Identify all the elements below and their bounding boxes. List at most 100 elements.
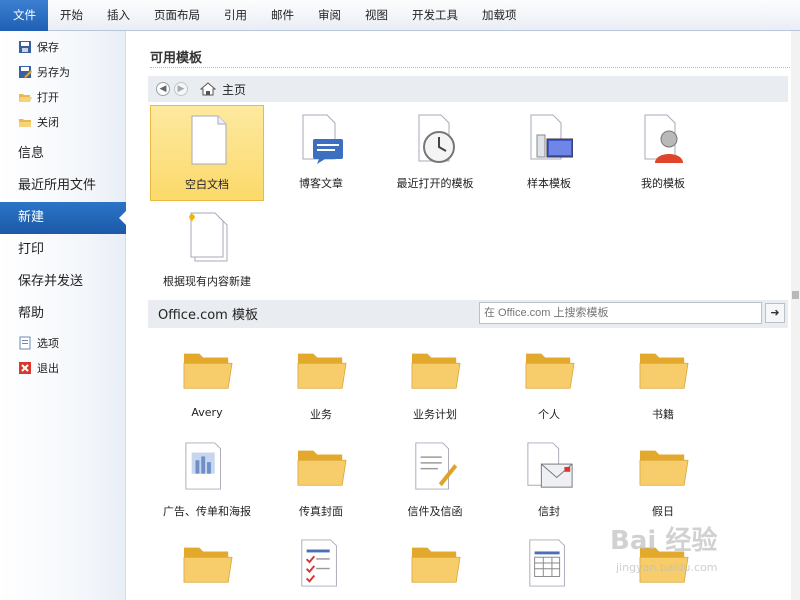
- office-templates-bar: Office.com 模板: [148, 300, 788, 328]
- template-blank-document[interactable]: 空白文档: [150, 105, 264, 201]
- office-template-7[interactable]: 信件及信函: [378, 435, 492, 531]
- template-blog-post[interactable]: 博客文章: [264, 105, 378, 201]
- blog-post-icon: [302, 114, 343, 164]
- nav-info[interactable]: 信息: [0, 138, 125, 170]
- folder-icon: [297, 450, 347, 486]
- search-go-button[interactable]: ➜: [765, 303, 785, 323]
- folder-icon: [183, 547, 233, 583]
- folder-icon: [411, 547, 461, 583]
- office-template-label: 传真封面: [299, 505, 343, 518]
- tab-page-layout[interactable]: 页面布局: [142, 0, 212, 31]
- tab-insert[interactable]: 插入: [95, 0, 142, 31]
- blank-document-icon: [191, 115, 227, 165]
- office-template-3[interactable]: 个人: [492, 338, 606, 434]
- divider: [150, 67, 800, 68]
- tab-home[interactable]: 开始: [48, 0, 95, 31]
- office-template-10[interactable]: 儿童: [150, 532, 264, 600]
- arrow-right-icon: ➜: [770, 306, 780, 319]
- office-template-5[interactable]: 广告、传单和海报: [150, 435, 264, 531]
- nav-close[interactable]: 关闭: [0, 109, 125, 134]
- template-my-templates[interactable]: 我的模板: [606, 105, 720, 201]
- nav-close-label: 关闭: [37, 115, 59, 129]
- template-sample[interactable]: 样本模板: [492, 105, 606, 201]
- office-template-2[interactable]: 业务计划: [378, 338, 492, 434]
- template-label: 样本模板: [527, 177, 571, 190]
- ribbon-tab-bar: 文件 开始 插入 页面布局 引用 邮件 审阅 视图 开发工具 加载项: [0, 0, 800, 31]
- template-label: 根据现有内容新建: [163, 275, 251, 288]
- back-arrow-icon[interactable]: ◀: [156, 82, 170, 96]
- section-title: 可用模板: [150, 51, 203, 66]
- office-template-label: 业务: [310, 408, 332, 421]
- tab-mailings[interactable]: 邮件: [259, 0, 306, 31]
- folder-icon: [297, 353, 347, 389]
- new-from-existing-icon: [189, 212, 228, 262]
- office-template-label: 信件及信函: [407, 505, 463, 518]
- invoice-icon: [529, 539, 565, 587]
- office-search-input[interactable]: [479, 302, 762, 324]
- recent-template-icon: [418, 114, 455, 163]
- office-template-label: 广告、传单和海报: [163, 505, 251, 518]
- scrollbar-thumb[interactable]: [792, 291, 799, 299]
- sample-template-icon: [530, 114, 573, 160]
- folder-icon: [525, 353, 575, 389]
- nav-open[interactable]: 打开: [0, 84, 125, 109]
- template-breadcrumb-bar: ◀ ▶ 主页: [148, 76, 788, 102]
- backstage-nav: 保存 另存为 打开 关闭 信息 最近所用文件 新建 打印 保存并发送 帮助 选项…: [0, 31, 127, 600]
- open-folder-icon: [18, 90, 32, 104]
- tab-references[interactable]: 引用: [212, 0, 259, 31]
- template-label: 博客文章: [299, 177, 343, 190]
- save-as-icon: [18, 65, 32, 79]
- nav-options-label: 选项: [37, 336, 59, 350]
- options-icon: [18, 336, 32, 350]
- tab-developer[interactable]: 开发工具: [400, 0, 470, 31]
- office-template-4[interactable]: 书籍: [606, 338, 720, 434]
- close-folder-icon: [18, 115, 32, 129]
- office-templates-title: Office.com 模板: [158, 308, 258, 323]
- nav-help[interactable]: 帮助: [0, 298, 125, 330]
- nav-recent[interactable]: 最近所用文件: [0, 170, 125, 202]
- template-recent[interactable]: 最近打开的模板: [378, 105, 492, 201]
- template-new-from-existing[interactable]: 根据现有内容新建: [150, 203, 264, 299]
- office-template-label: Avery: [191, 406, 223, 419]
- office-template-6[interactable]: 传真封面: [264, 435, 378, 531]
- folder-icon: [639, 450, 689, 486]
- template-label: 我的模板: [641, 177, 685, 190]
- watermark-logo: Bai 经验: [610, 526, 718, 556]
- nav-new[interactable]: 新建: [0, 202, 127, 234]
- nav-save-send[interactable]: 保存并发送: [0, 266, 125, 298]
- nav-exit[interactable]: 退出: [0, 355, 125, 380]
- flyer-icon: [185, 442, 221, 490]
- office-template-label: 业务计划: [413, 408, 457, 421]
- backstage-main: 可用模板 ◀ ▶ 主页 空白文档 博客文章 最近打开的模板 样本模板 我的模板 …: [127, 31, 800, 600]
- office-template-11[interactable]: 列表: [264, 532, 378, 600]
- nav-save[interactable]: 保存: [0, 34, 125, 59]
- my-template-icon: [644, 114, 683, 163]
- vertical-scrollbar[interactable]: [791, 31, 800, 600]
- folder-icon: [183, 353, 233, 389]
- nav-print[interactable]: 打印: [0, 234, 125, 266]
- tab-review[interactable]: 审阅: [306, 0, 353, 31]
- template-label: 空白文档: [185, 178, 229, 191]
- office-template-9[interactable]: 假日: [606, 435, 720, 531]
- office-template-8[interactable]: 信封: [492, 435, 606, 531]
- template-label: 最近打开的模板: [396, 177, 474, 190]
- tab-file[interactable]: 文件: [0, 0, 48, 31]
- nav-options[interactable]: 选项: [0, 330, 125, 355]
- office-template-1[interactable]: 业务: [264, 338, 378, 434]
- nav-open-label: 打开: [37, 90, 59, 104]
- nav-save-as[interactable]: 另存为: [0, 59, 125, 84]
- nav-save-as-label: 另存为: [37, 65, 70, 79]
- tab-view[interactable]: 视图: [353, 0, 400, 31]
- office-template-0[interactable]: Avery: [150, 338, 264, 434]
- office-template-label: 信封: [538, 505, 560, 518]
- forward-arrow-icon[interactable]: ▶: [174, 82, 188, 96]
- watermark-url: jingyan.baidu.com: [616, 561, 718, 574]
- exit-icon: [18, 361, 32, 375]
- office-template-13[interactable]: 发票: [492, 532, 606, 600]
- office-template-label: 假日: [652, 505, 674, 518]
- home-icon[interactable]: [199, 82, 217, 96]
- breadcrumb[interactable]: 主页: [222, 81, 246, 98]
- office-template-12[interactable]: 卡: [378, 532, 492, 600]
- office-template-label: 个人: [538, 408, 560, 421]
- tab-addins[interactable]: 加载项: [470, 0, 529, 31]
